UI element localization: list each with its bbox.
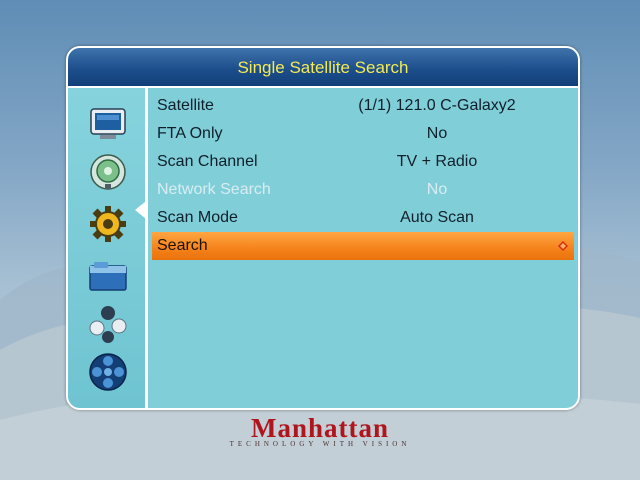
row-value: Auto Scan [400,209,474,226]
menu-row-fta-only[interactable]: FTA Only No [152,120,574,148]
row-label: Network Search [157,181,271,198]
single-satellite-search-dialog: Single Satellite Search Satellite (1/1) … [66,46,580,410]
brand-name: Manhattan [250,413,389,443]
row-value: TV + Radio [396,153,478,170]
row-label: Scan Channel [157,153,258,170]
row-value: No [426,181,448,198]
row-label: Search [157,237,208,254]
menu-row-satellite[interactable]: Satellite (1/1) 121.0 C-Galaxy2 [152,92,574,120]
satellite-dish-icon[interactable] [88,152,128,192]
folder-icon[interactable] [88,256,128,296]
menu-row-scan-mode[interactable]: Scan Mode Auto Scan [152,204,574,232]
brand-tagline: TECHNOLOGY WITH VISION [229,440,411,448]
games-icon[interactable] [88,304,128,344]
menu-row-scan-channel[interactable]: Scan Channel TV + Radio [152,148,574,176]
search-button[interactable]: Search [152,232,574,260]
manhattan-logo: Manhattan TECHNOLOGY WITH VISION [200,414,440,448]
row-value: No [426,125,448,142]
row-label: FTA Only [157,125,223,142]
main-menu-sidebar [68,88,148,408]
tv-icon[interactable] [88,104,128,144]
row-label: Scan Mode [157,209,238,226]
film-reel-icon[interactable] [88,352,128,392]
active-menu-pointer-icon [135,202,145,218]
menu-row-network-search: Network Search No [152,176,574,204]
diamond-arrow-icon [558,241,568,251]
row-value: (1/1) 121.0 C-Galaxy2 [358,97,516,114]
row-label: Satellite [157,97,214,114]
search-settings-list: Satellite (1/1) 121.0 C-Galaxy2 FTA Only… [152,92,574,260]
dialog-title: Single Satellite Search [68,48,578,88]
gear-icon[interactable] [88,204,128,244]
dialog-body: Satellite (1/1) 121.0 C-Galaxy2 FTA Only… [68,88,578,408]
